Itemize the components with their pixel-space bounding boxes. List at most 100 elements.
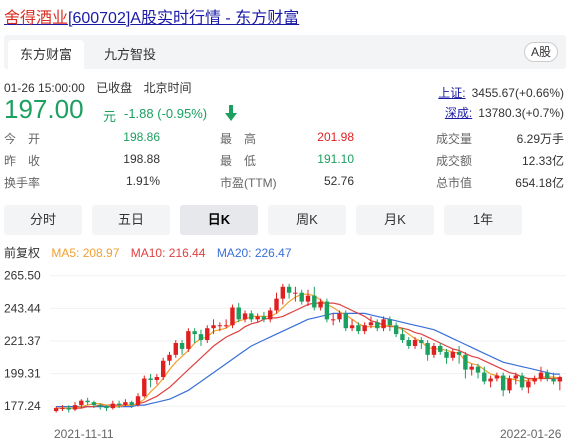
adjust-mode[interactable]: 前复权	[4, 246, 40, 260]
y-tick-label: 265.50	[4, 269, 41, 283]
candle-body	[494, 375, 500, 379]
candle-body	[255, 316, 260, 320]
candle-body	[557, 377, 563, 382]
candle-body	[551, 378, 556, 382]
candle-body	[60, 408, 65, 410]
candle-body	[116, 403, 122, 406]
candle-body	[362, 325, 367, 332]
candle-body	[223, 325, 229, 327]
candle-body	[318, 301, 323, 308]
x-tick-label: 2022-01-26	[500, 427, 562, 441]
pe-value: 52.76	[323, 174, 354, 188]
index-shenzhen-value: 13780.3(+0.7%)	[478, 106, 564, 120]
candle-body	[249, 313, 254, 320]
kline-chart[interactable]: 265.50 243.44 221.37 199.31 177.24 2021-11-11…	[0, 262, 570, 441]
price-unit: 元	[103, 109, 117, 124]
candle-body	[500, 375, 506, 391]
candle-body	[507, 378, 512, 391]
ma20-legend: MA20: 226.47	[216, 246, 292, 260]
candle-body	[444, 351, 449, 358]
candle-body	[450, 351, 456, 358]
y-tick-label: 221.37	[4, 334, 41, 348]
period-daily-button[interactable]: 日K	[180, 205, 258, 235]
index-shanghai-link[interactable]: 上证:	[438, 86, 465, 100]
candle-body	[412, 340, 418, 346]
candle-body	[400, 334, 405, 341]
period-intraday-button[interactable]: 分时	[4, 205, 82, 235]
candle-body	[242, 313, 248, 320]
candle-body	[545, 372, 550, 379]
candle-body	[538, 372, 544, 379]
turnover-value: 1.91%	[125, 174, 160, 188]
title-suffix: A股实时行情 - 东方财富	[130, 10, 300, 27]
candle-body	[406, 340, 411, 346]
candle-body	[192, 331, 197, 335]
candle-body	[280, 286, 286, 299]
period-5day-button[interactable]: 五日	[92, 205, 170, 235]
candle-body	[469, 366, 474, 370]
index-shenzhen-link[interactable]: 深成:	[445, 106, 472, 120]
quote-datetime: 01-26 15:00:00	[4, 81, 85, 95]
candle-body	[393, 325, 399, 335]
candle-body	[274, 298, 279, 311]
y-tick-label: 177.24	[4, 399, 41, 413]
candle-body	[456, 351, 462, 355]
candle-body	[286, 286, 292, 293]
turnover-label: 换手率	[4, 176, 41, 190]
period-monthly-button[interactable]: 月K	[356, 205, 434, 235]
timezone-label: 北京时间	[143, 81, 192, 95]
candle-body	[387, 319, 393, 326]
high-label: 最 高	[220, 132, 257, 146]
candle-body	[488, 378, 493, 382]
candle-body	[356, 325, 361, 332]
page-title-link[interactable]: 舍得酒业[600702]A股实时行情 - 东方财富	[4, 4, 299, 28]
market-badge[interactable]: A股	[523, 42, 558, 62]
index-shanghai: 上证: 3455.67(+0.66%)	[438, 84, 564, 101]
candle-body	[519, 375, 525, 388]
tab-jiufang[interactable]: 九方智投	[92, 40, 168, 69]
period-selector: 分时 五日 日K 周K 月K 1年	[4, 205, 566, 235]
candle-body	[72, 405, 78, 410]
candle-body	[110, 403, 116, 409]
ma-legend: 前复权 MA5: 208.97 MA10: 216.44 MA20: 226.4…	[4, 244, 300, 261]
candle-body	[179, 343, 185, 349]
candle-body	[230, 307, 235, 326]
candle-body	[475, 366, 481, 373]
candle-body	[261, 316, 267, 320]
candle-body	[198, 334, 204, 341]
candle-body	[217, 325, 223, 327]
prev-close-label: 昨 收	[4, 154, 41, 168]
candle-body	[98, 405, 103, 407]
period-1year-button[interactable]: 1年	[444, 205, 522, 235]
volume-label: 成交量	[436, 132, 473, 146]
candle-body	[85, 400, 90, 403]
candle-body	[349, 325, 355, 329]
candle-body	[167, 354, 172, 361]
candle-body	[381, 319, 386, 329]
ma20-line	[56, 312, 560, 408]
ma5-line	[56, 293, 561, 409]
candle-body	[205, 328, 210, 341]
index-shenzhen: 深成: 13780.3(+0.7%)	[445, 104, 564, 121]
candle-body	[438, 345, 443, 352]
index-shanghai-value: 3455.67(+0.66%)	[471, 86, 564, 100]
candle-body	[343, 313, 348, 329]
candle-body	[79, 400, 84, 406]
amount-value: 12.33亿	[521, 154, 564, 168]
candle-body	[330, 319, 336, 321]
stock-name: 舍得酒业	[4, 10, 69, 27]
candle-body	[129, 402, 134, 406]
candle-body	[532, 378, 537, 382]
candle-body	[142, 378, 147, 397]
pe-label: 市盈(TTM)	[220, 176, 277, 190]
prev-close-value: 198.88	[123, 152, 160, 166]
candle-body	[123, 402, 128, 406]
candle-body	[299, 292, 304, 302]
candle-body	[368, 322, 374, 326]
candle-body	[135, 396, 141, 406]
tab-eastmoney[interactable]: 东方财富	[8, 40, 85, 69]
period-weekly-button[interactable]: 周K	[268, 205, 346, 235]
candle-body	[425, 343, 430, 355]
candle-body	[482, 372, 487, 382]
volume-value: 6.29万手	[516, 132, 564, 146]
